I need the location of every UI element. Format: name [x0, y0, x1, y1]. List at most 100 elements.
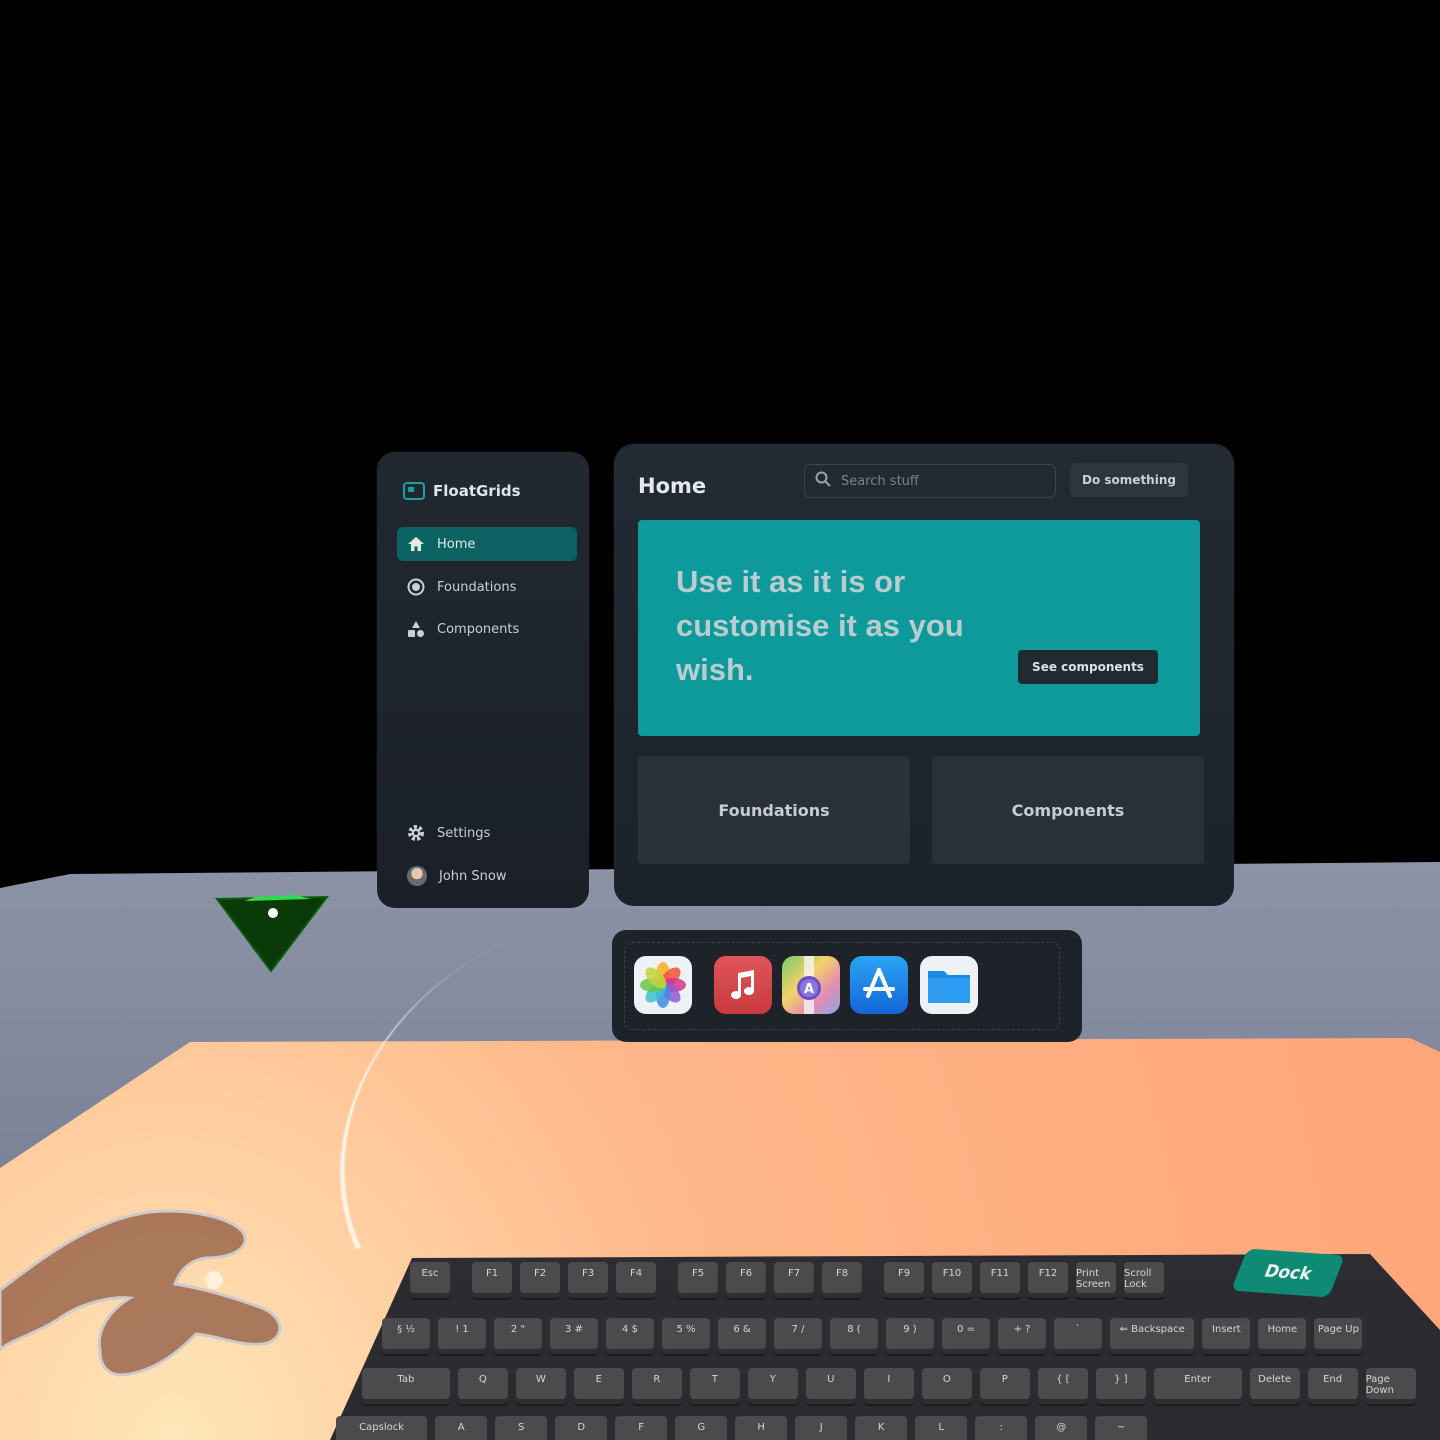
- do-something-button[interactable]: Do something: [1070, 463, 1188, 497]
- key[interactable]: O: [921, 1368, 972, 1404]
- key[interactable]: H: [735, 1416, 788, 1440]
- page-title: Home: [638, 474, 707, 498]
- key[interactable]: Esc: [410, 1262, 450, 1298]
- app-store-icon[interactable]: [850, 956, 908, 1014]
- key[interactable]: F: [615, 1416, 668, 1440]
- search-icon: [815, 471, 831, 491]
- settings-label: Settings: [437, 825, 491, 841]
- key[interactable]: G: [675, 1416, 728, 1440]
- key[interactable]: @: [1035, 1416, 1088, 1440]
- key[interactable]: F11: [980, 1262, 1020, 1298]
- key[interactable]: Page Up: [1314, 1318, 1363, 1354]
- key[interactable]: Scroll Lock: [1124, 1262, 1164, 1298]
- key[interactable]: Page Down: [1365, 1368, 1416, 1404]
- sidebar-item-components[interactable]: Components: [397, 612, 577, 646]
- key[interactable]: A: [435, 1416, 488, 1440]
- key[interactable]: ⇐ Backspace: [1110, 1318, 1195, 1354]
- key[interactable]: ~: [1095, 1416, 1148, 1440]
- key[interactable]: R: [631, 1368, 682, 1404]
- key[interactable]: F2: [520, 1262, 560, 1298]
- brand-name: FloatGrids: [433, 482, 521, 500]
- vr-scene: FloatGrids Home Foundations Components S: [0, 0, 1440, 1440]
- key[interactable]: Y: [747, 1368, 798, 1404]
- foundations-card[interactable]: Foundations: [638, 756, 910, 864]
- key[interactable]: F10: [932, 1262, 972, 1298]
- pointer-cursor-icon: [215, 895, 329, 973]
- key[interactable]: Tab: [362, 1368, 450, 1404]
- key[interactable]: 4 $: [606, 1318, 654, 1354]
- key[interactable]: 9 ): [886, 1318, 934, 1354]
- target-icon: [407, 578, 425, 596]
- key[interactable]: I: [863, 1368, 914, 1404]
- user-name: John Snow: [439, 868, 507, 884]
- key[interactable]: U: [805, 1368, 856, 1404]
- key[interactable]: Print Screen: [1076, 1262, 1116, 1298]
- search-box[interactable]: [804, 464, 1056, 498]
- key[interactable]: F5: [678, 1262, 718, 1298]
- key[interactable]: E: [573, 1368, 624, 1404]
- sidebar-window: FloatGrids Home Foundations Components S: [377, 452, 589, 908]
- key[interactable]: 6 &: [718, 1318, 766, 1354]
- see-components-button[interactable]: See components: [1018, 650, 1158, 684]
- key[interactable]: S: [495, 1416, 548, 1440]
- key[interactable]: Q: [457, 1368, 508, 1404]
- key[interactable]: 5 %: [662, 1318, 710, 1354]
- sidebar-item-home[interactable]: Home: [397, 527, 577, 561]
- key[interactable]: F9: [884, 1262, 924, 1298]
- key[interactable]: Enter: [1153, 1368, 1242, 1404]
- key[interactable]: F3: [568, 1262, 608, 1298]
- key[interactable]: F1: [472, 1262, 512, 1298]
- brand[interactable]: FloatGrids: [403, 482, 521, 500]
- key[interactable]: L: [915, 1416, 968, 1440]
- sidebar-item-label: Home: [437, 536, 476, 552]
- key[interactable]: `: [1054, 1318, 1102, 1354]
- sidebar-item-label: Foundations: [437, 579, 517, 595]
- files-icon[interactable]: [920, 956, 978, 1014]
- key[interactable]: D: [555, 1416, 608, 1440]
- components-card[interactable]: Components: [932, 756, 1204, 864]
- key[interactable]: 7 /: [774, 1318, 822, 1354]
- key[interactable]: Home: [1258, 1318, 1307, 1354]
- key[interactable]: Insert: [1202, 1318, 1251, 1354]
- svg-text:A: A: [804, 982, 814, 997]
- key[interactable]: } ]: [1095, 1368, 1146, 1404]
- music-icon[interactable]: [714, 956, 772, 1014]
- key[interactable]: § ½: [382, 1318, 430, 1354]
- key[interactable]: ! 1: [438, 1318, 486, 1354]
- key[interactable]: 3 #: [550, 1318, 598, 1354]
- hand-icon: [0, 1209, 282, 1377]
- hero-banner: Use it as it is or customise it as you w…: [638, 520, 1200, 736]
- key[interactable]: 8 (: [830, 1318, 878, 1354]
- key[interactable]: 0 =: [942, 1318, 990, 1354]
- sidebar-item-foundations[interactable]: Foundations: [397, 570, 577, 604]
- sidebar-item-label: Components: [437, 621, 520, 637]
- hero-text: Use it as it is or customise it as you w…: [676, 564, 964, 687]
- key[interactable]: J: [795, 1416, 848, 1440]
- key[interactable]: + ?: [998, 1318, 1046, 1354]
- key[interactable]: T: [689, 1368, 740, 1404]
- key[interactable]: K: [855, 1416, 908, 1440]
- home-icon: [407, 535, 425, 553]
- key[interactable]: F6: [726, 1262, 766, 1298]
- key[interactable]: { [: [1037, 1368, 1088, 1404]
- photos-icon[interactable]: [634, 956, 692, 1014]
- key[interactable]: F4: [616, 1262, 656, 1298]
- key[interactable]: F7: [774, 1262, 814, 1298]
- key[interactable]: :: [975, 1416, 1028, 1440]
- user-profile[interactable]: John Snow: [397, 859, 577, 893]
- key[interactable]: Delete: [1249, 1368, 1300, 1404]
- main-window: Home Do something Use it as it is or cus…: [614, 444, 1234, 906]
- key[interactable]: 2 ": [494, 1318, 542, 1354]
- gear-icon: [407, 824, 425, 842]
- key[interactable]: W: [515, 1368, 566, 1404]
- key[interactable]: F8: [822, 1262, 862, 1298]
- avatar: [407, 866, 427, 886]
- dock-toggle-button[interactable]: Dock: [1230, 1248, 1346, 1298]
- key[interactable]: End: [1307, 1368, 1358, 1404]
- key[interactable]: P: [979, 1368, 1030, 1404]
- search-input[interactable]: [839, 472, 1033, 490]
- key[interactable]: F12: [1028, 1262, 1068, 1298]
- maps-icon[interactable]: A: [782, 956, 840, 1014]
- key[interactable]: Capslock: [336, 1416, 428, 1440]
- sidebar-item-settings[interactable]: Settings: [397, 816, 577, 850]
